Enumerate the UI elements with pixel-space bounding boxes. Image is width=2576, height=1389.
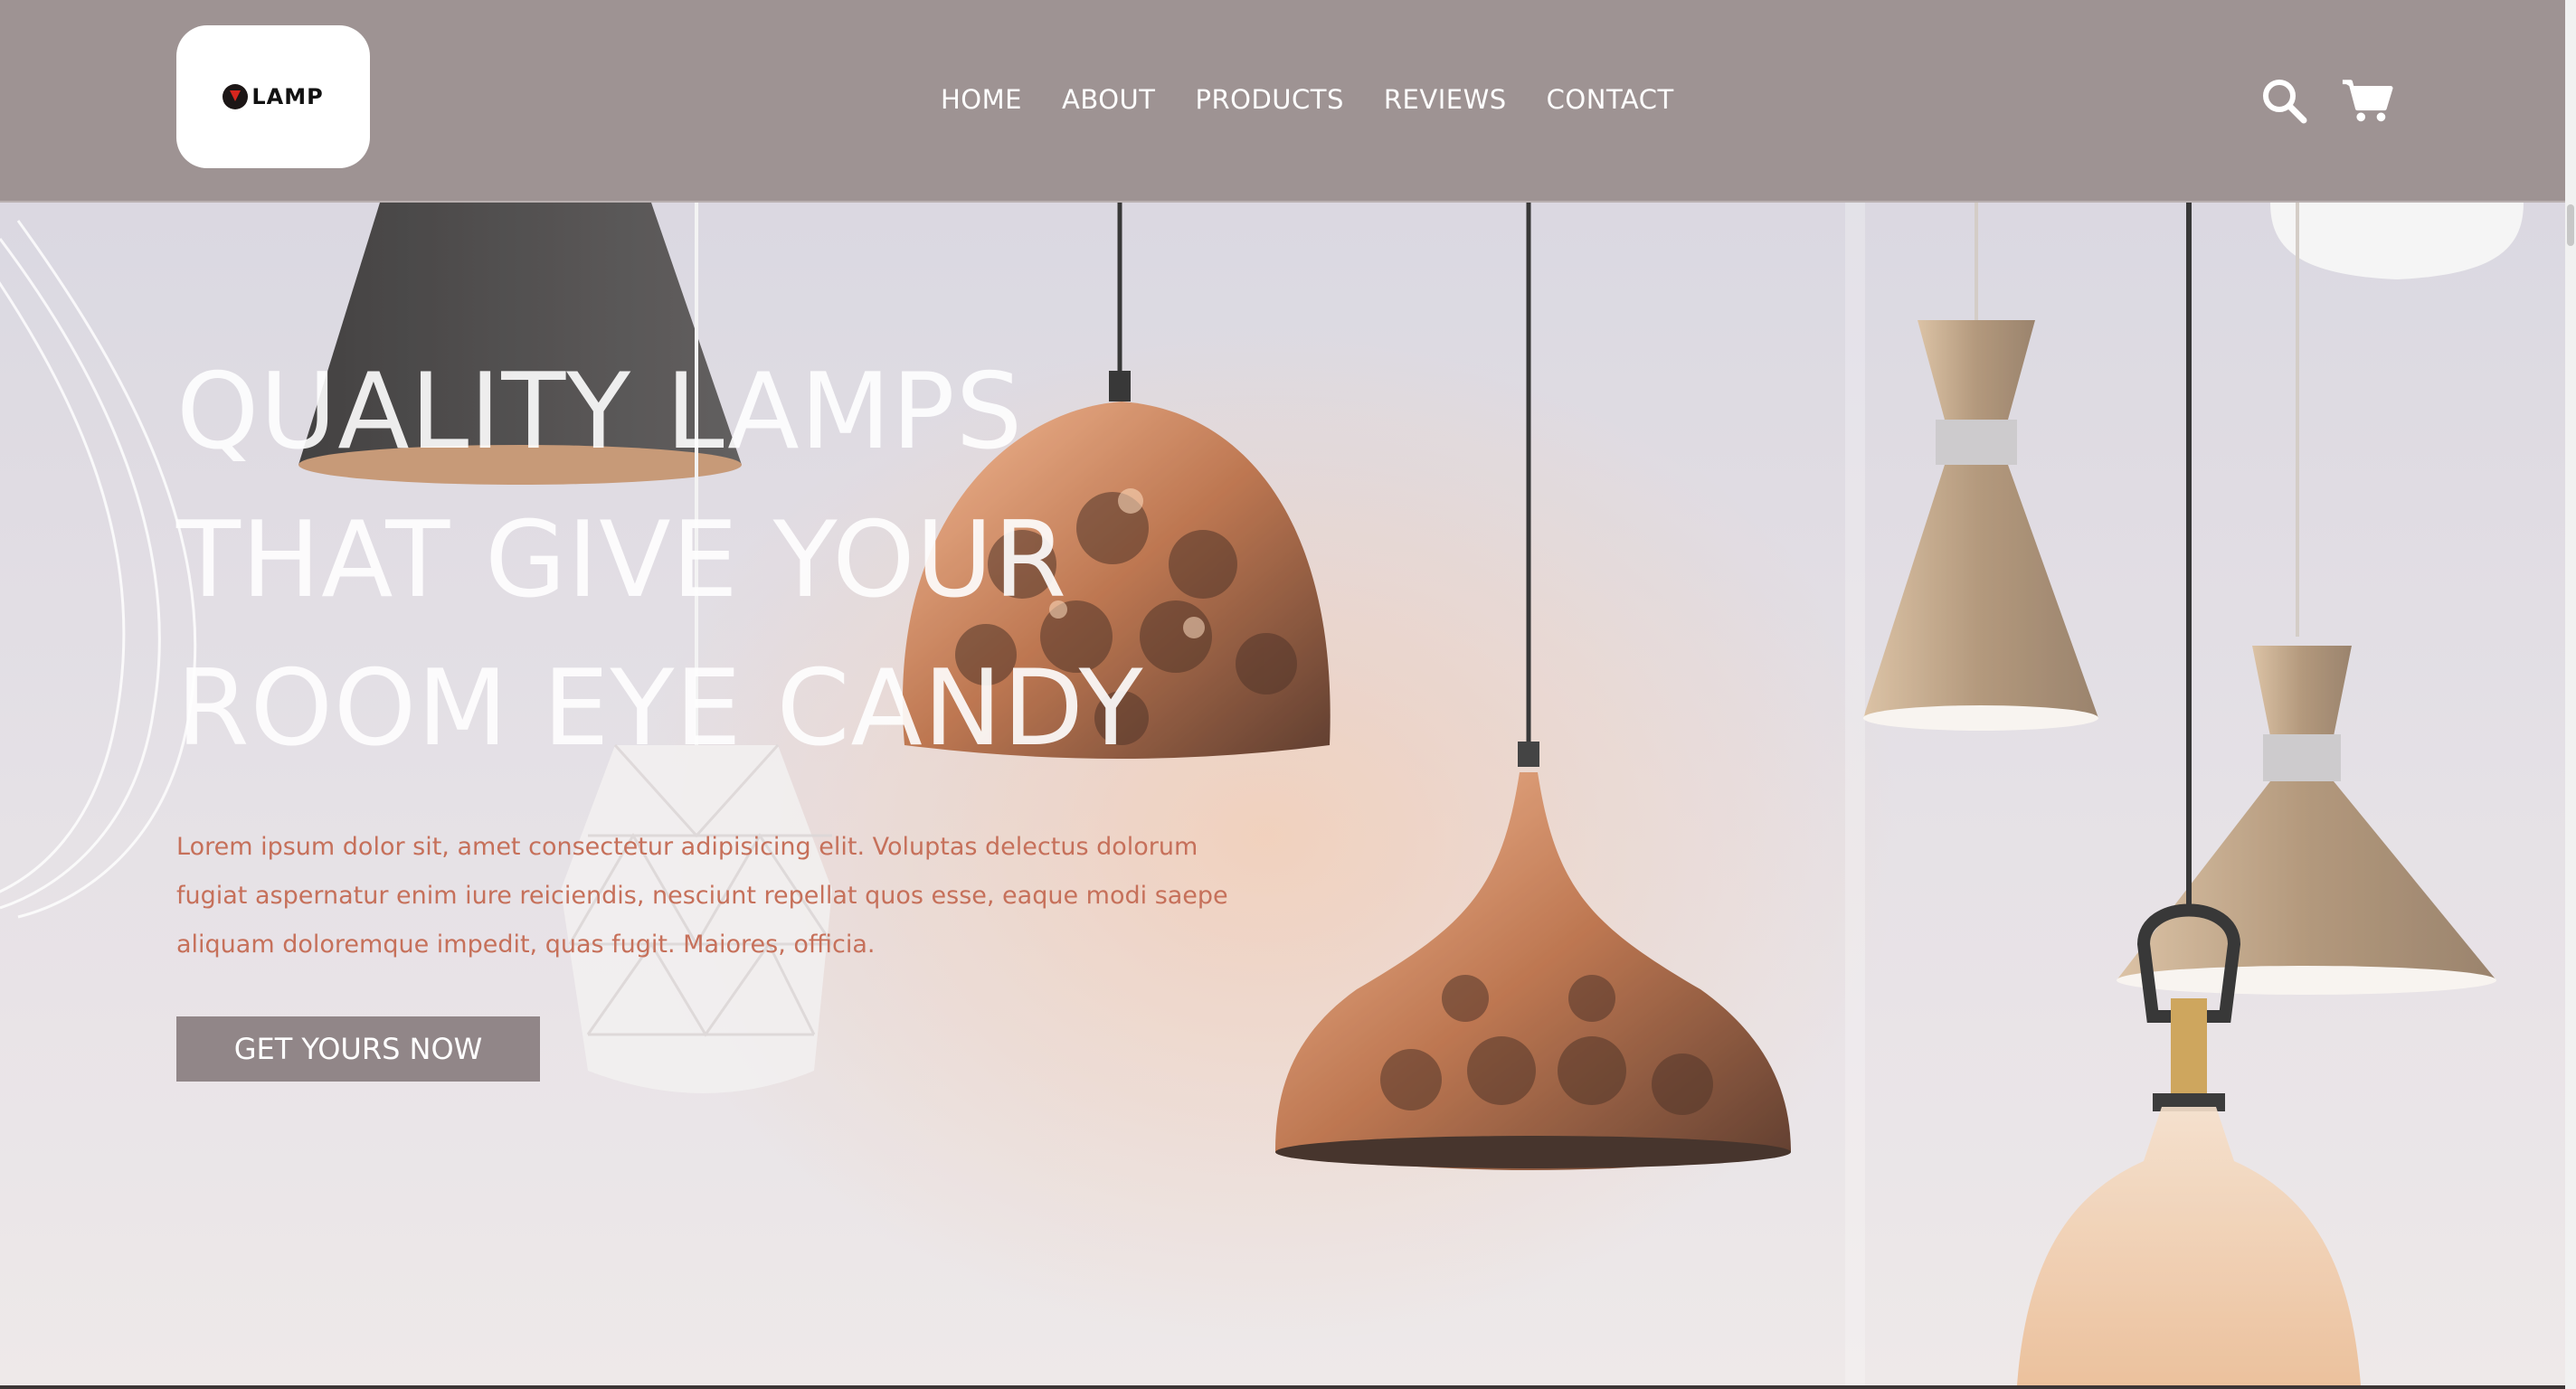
site-header: LAMP HOME ABOUT PRODUCTS REVIEWS CONTACT [0, 0, 2565, 203]
nav-about[interactable]: ABOUT [1062, 80, 1156, 119]
hero-content: QUALITY LAMPS THAT GIVE YOUR ROOM EYE CA… [176, 338, 1352, 1082]
hero-section: QUALITY LAMPS THAT GIVE YOUR ROOM EYE CA… [0, 203, 2565, 1385]
page-bottom-edge [0, 1385, 2565, 1389]
nav-home[interactable]: HOME [941, 80, 1022, 119]
main-nav: HOME ABOUT PRODUCTS REVIEWS CONTACT [941, 80, 1714, 119]
nav-reviews[interactable]: REVIEWS [1384, 80, 1507, 119]
scrollbar-thumb[interactable] [2567, 204, 2574, 246]
hero-title: QUALITY LAMPS THAT GIVE YOUR ROOM EYE CA… [176, 338, 1352, 783]
lamp-logo-icon [223, 84, 249, 109]
search-icon[interactable] [2258, 74, 2310, 127]
logo-text: LAMP [251, 84, 324, 109]
cart-icon[interactable] [2341, 74, 2393, 127]
hero-title-line: QUALITY LAMPS [176, 351, 1024, 473]
header-actions [2258, 74, 2393, 127]
vertical-scrollbar[interactable] [2565, 0, 2576, 1389]
page: LAMP HOME ABOUT PRODUCTS REVIEWS CONTACT [0, 0, 2576, 1389]
nav-products[interactable]: PRODUCTS [1195, 80, 1343, 119]
get-yours-now-button[interactable]: GET YOURS NOW [176, 1016, 540, 1082]
hero-description: Lorem ipsum dolor sit, amet consectetur … [176, 833, 1228, 959]
hero-title-line: ROOM EYE CANDY [176, 647, 1144, 770]
hero-title-line: THAT GIVE YOUR [176, 499, 1068, 621]
logo[interactable]: LAMP [176, 25, 370, 168]
nav-contact[interactable]: CONTACT [1547, 80, 1674, 119]
